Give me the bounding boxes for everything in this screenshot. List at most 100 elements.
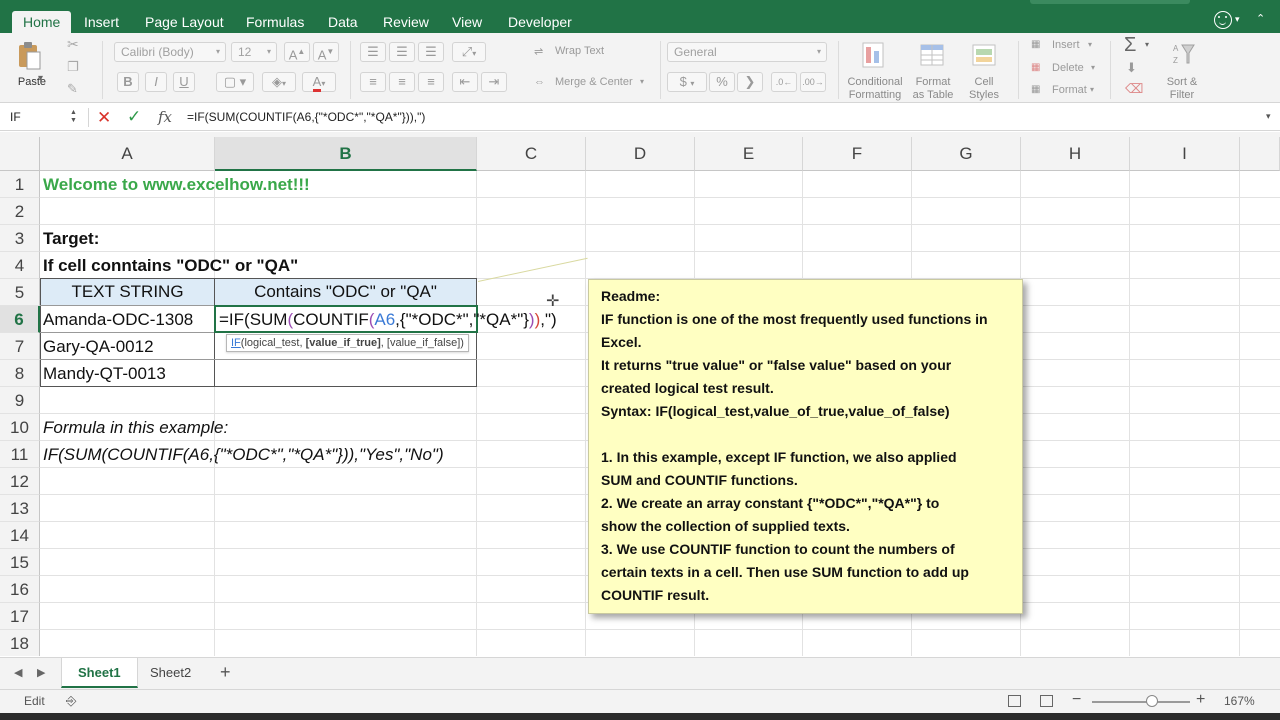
row-header-10[interactable]: 10 (0, 414, 40, 441)
page-layout-view-icon[interactable] (1040, 695, 1053, 707)
copy-icon[interactable]: ❐ (67, 59, 79, 75)
cell-a11[interactable]: IF(SUM(COUNTIF(A6,{"*ODC*","*QA*"})),"Ye… (43, 441, 444, 468)
readme-note[interactable]: Readme: IF function is one of the most f… (588, 279, 1023, 614)
number-format-dropdown[interactable]: General ▾ (667, 42, 827, 62)
clear-icon[interactable]: ⌫ (1125, 81, 1143, 97)
enter-entry-icon[interactable]: ✓ (127, 107, 141, 127)
delete-cells-button[interactable]: Delete (1052, 62, 1084, 74)
format-cells-button[interactable]: Format (1052, 84, 1087, 96)
select-all-corner[interactable] (0, 137, 40, 171)
insert-cells-button[interactable]: Insert (1052, 39, 1080, 51)
row-header-12[interactable]: 12 (0, 468, 40, 495)
previous-sheet-icon[interactable]: ◀ (14, 666, 22, 679)
font-name-dropdown[interactable]: Calibri (Body) ▾ (114, 42, 226, 62)
cell-a1[interactable]: Welcome to www.excelhow.net!!! (43, 171, 310, 198)
decrease-indent-button[interactable]: ⇤ (452, 72, 478, 92)
row-header-13[interactable]: 13 (0, 495, 40, 522)
row-header-16[interactable]: 16 (0, 576, 40, 603)
tab-formulas[interactable]: Formulas (235, 11, 315, 33)
row-header-11[interactable]: 11 (0, 441, 40, 468)
row-header-8[interactable]: 8 (0, 360, 40, 387)
percent-button[interactable]: % (709, 72, 735, 92)
cell-a7[interactable]: Gary-QA-0012 (43, 333, 154, 360)
record-macro-icon[interactable]: ⎆ (66, 693, 76, 709)
align-bottom-button[interactable]: ☰ (418, 42, 444, 62)
search-sheet-field[interactable] (1030, 0, 1190, 4)
sheet-tab-sheet1[interactable]: Sheet1 (61, 658, 138, 688)
tab-view[interactable]: View (441, 11, 493, 33)
expand-formula-bar-icon[interactable]: ▾ (1266, 111, 1271, 122)
name-box-dropdown-icon[interactable]: ▲ ▼ (70, 109, 77, 125)
tab-review[interactable]: Review (372, 11, 440, 33)
align-top-button[interactable]: ☰ (360, 42, 386, 62)
increase-font-size-button[interactable]: A▲ (284, 42, 310, 62)
column-header-a[interactable]: A (40, 137, 215, 171)
cell-a10[interactable]: Formula in this example: (43, 414, 228, 441)
format-cells-icon[interactable]: ▦ (1031, 84, 1040, 95)
align-right-button[interactable]: ≡ (418, 72, 444, 92)
row-header-15[interactable]: 15 (0, 549, 40, 576)
align-center-button[interactable]: ≡ (389, 72, 415, 92)
column-header-j[interactable] (1240, 137, 1280, 171)
row-header-1[interactable]: 1 (0, 171, 40, 198)
wrap-text-button[interactable]: Wrap Text (555, 45, 604, 57)
format-as-table-button[interactable]: Format as Table (908, 76, 958, 102)
merge-center-icon[interactable]: ⇔ (534, 76, 545, 88)
zoom-in-icon[interactable]: + (1196, 691, 1205, 709)
column-header-h[interactable]: H (1021, 137, 1130, 171)
column-header-e[interactable]: E (695, 137, 803, 171)
row-header-9[interactable]: 9 (0, 387, 40, 414)
tab-home[interactable]: Home (12, 11, 72, 33)
row-header-5[interactable]: 5 (0, 279, 40, 306)
italic-button[interactable]: I (145, 72, 167, 92)
merge-center-button[interactable]: Merge & Center (555, 76, 633, 88)
format-painter-icon[interactable]: ✎ (67, 81, 78, 97)
conditional-formatting-icon[interactable] (862, 41, 884, 69)
cell-a4[interactable]: If cell conntains "ODC" or "QA" (43, 252, 298, 279)
autosum-icon[interactable]: Σ (1124, 34, 1136, 57)
zoom-level[interactable]: 167% (1224, 694, 1255, 708)
formula-input[interactable]: =IF(SUM(COUNTIF(A6,{"*ODC*","*QA*"})),") (187, 110, 425, 124)
tab-developer[interactable]: Developer (497, 11, 583, 33)
format-as-table-icon[interactable] (920, 41, 944, 69)
column-header-c[interactable]: C (477, 137, 586, 171)
column-header-g[interactable]: G (912, 137, 1021, 171)
row-header-7[interactable]: 7 (0, 333, 40, 360)
tooltip-function-link[interactable]: IF (231, 337, 241, 349)
add-sheet-icon[interactable]: + (220, 662, 231, 683)
font-color-button[interactable]: A▾ (302, 72, 336, 92)
cell-a6[interactable]: Amanda-ODC-1308 (43, 306, 193, 333)
paste-icon[interactable] (16, 41, 42, 71)
font-size-dropdown[interactable]: 12 ▾ (231, 42, 277, 62)
fill-color-button[interactable]: ◈▾ (262, 72, 296, 92)
decrease-font-size-button[interactable]: A▼ (313, 42, 339, 62)
cell-styles-button[interactable]: Cell Styles (962, 76, 1006, 102)
wrap-text-icon[interactable]: ⇌ (534, 45, 543, 58)
sort-filter-icon[interactable]: AZ (1172, 41, 1196, 69)
cut-icon[interactable]: ✂ (67, 36, 79, 53)
column-header-b[interactable]: B (215, 137, 477, 171)
paste-button[interactable]: Paste (12, 76, 52, 89)
row-header-14[interactable]: 14 (0, 522, 40, 549)
cell-a3[interactable]: Target: (43, 225, 99, 252)
increase-decimal-button[interactable]: .0← (771, 72, 797, 92)
row-header-3[interactable]: 3 (0, 225, 40, 252)
feedback-smiley-icon[interactable] (1214, 11, 1232, 29)
column-header-i[interactable]: I (1130, 137, 1240, 171)
currency-button[interactable]: $ ▾ (667, 72, 707, 92)
collapse-ribbon-icon[interactable]: ⌃ (1256, 12, 1265, 25)
column-header-d[interactable]: D (586, 137, 695, 171)
zoom-slider[interactable] (1092, 701, 1190, 703)
row-header-4[interactable]: 4 (0, 252, 40, 279)
cell-styles-icon[interactable] (972, 41, 996, 69)
align-left-button[interactable]: ≡ (360, 72, 386, 92)
borders-button[interactable]: ▢ ▾ (216, 72, 254, 92)
align-middle-button[interactable]: ☰ (389, 42, 415, 62)
row-header-18[interactable]: 18 (0, 630, 40, 656)
comma-style-button[interactable]: ❯ (737, 72, 763, 92)
conditional-formatting-button[interactable]: Conditional Formatting (842, 76, 908, 102)
tab-data[interactable]: Data (317, 11, 369, 33)
row-header-17[interactable]: 17 (0, 603, 40, 630)
tab-page-layout[interactable]: Page Layout (134, 11, 235, 33)
decrease-decimal-button[interactable]: .00→ (800, 72, 826, 92)
